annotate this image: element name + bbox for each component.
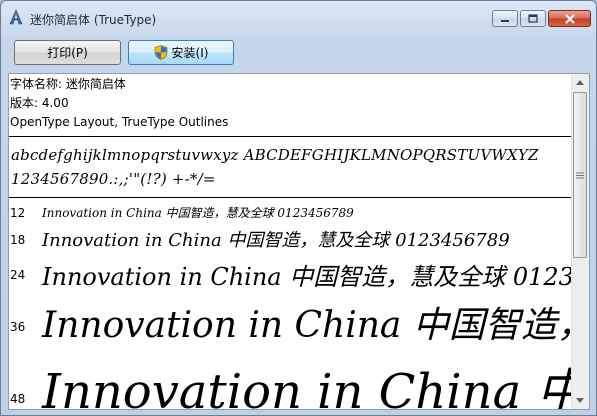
sample-row: 12 Innovation in China 中国智造，慧及全球 0123456… xyxy=(9,202,574,224)
minimize-icon xyxy=(501,19,509,22)
font-app-icon xyxy=(8,9,24,25)
size-label: 36 xyxy=(10,320,26,334)
install-button-label: 安装(I) xyxy=(171,46,209,60)
size-label: 18 xyxy=(10,233,26,247)
title-bar[interactable]: 迷你简启体 (TrueType) xyxy=(1,1,596,35)
print-button-label: 打印(P) xyxy=(47,46,88,60)
close-icon xyxy=(564,13,575,24)
grip-icon xyxy=(576,172,584,178)
scroll-down-button[interactable] xyxy=(572,392,588,409)
font-name-text: 字体名称: 迷你简启体 xyxy=(10,77,126,91)
divider xyxy=(9,197,574,198)
sample-text: Innovation in China 中国智造，慧及全球 0123456789 xyxy=(42,230,510,251)
font-viewer-window: 迷你简启体 (TrueType) 打印(P) 安装(I) 字体名称: 迷你简启体… xyxy=(0,0,597,416)
toolbar: 打印(P) 安装(I) xyxy=(8,35,590,71)
maximize-button[interactable] xyxy=(520,10,546,27)
maximize-icon xyxy=(528,14,538,23)
sample-text: Innovation in China 中国智造，慧及全球 0123456789 xyxy=(42,206,354,220)
sample-row: 48 Innovation in China 中国智造，慧及全球 0123456… xyxy=(9,352,574,410)
chevron-down-icon xyxy=(576,398,584,403)
sample-text: Innovation in China 中国智造，慧及全球 0123456789 xyxy=(42,263,574,291)
uac-shield-icon xyxy=(154,45,167,60)
font-preview-pane[interactable]: 字体名称: 迷你简启体 版本: 4.00 OpenType Layout, Tr… xyxy=(8,73,590,410)
sample-row: 36 Innovation in China 中国智造，慧及全球 0123456… xyxy=(9,294,574,352)
scrollbar-thumb[interactable] xyxy=(573,92,587,258)
window-title: 迷你简启体 (TrueType) xyxy=(30,13,157,27)
character-set-sample: abcdefghijklmnopqrstuvwxyz ABCDEFGHIJKLM… xyxy=(11,143,539,191)
print-button[interactable]: 打印(P) xyxy=(14,40,121,65)
chevron-up-icon xyxy=(576,80,584,85)
size-label: 48 xyxy=(10,392,26,406)
vertical-scrollbar[interactable] xyxy=(571,74,589,409)
minimize-button[interactable] xyxy=(492,10,518,27)
scroll-up-button[interactable] xyxy=(572,74,588,91)
close-button[interactable] xyxy=(548,10,591,27)
divider xyxy=(9,136,574,137)
charset-symbols: 1234567890.:,;'"(!?) +-*/= xyxy=(11,170,216,188)
font-type-text: OpenType Layout, TrueType Outlines xyxy=(10,115,229,129)
install-button[interactable]: 安装(I) xyxy=(128,40,234,65)
size-label: 12 xyxy=(10,206,26,220)
sample-row: 18 Innovation in China 中国智造，慧及全球 0123456… xyxy=(9,224,574,254)
sample-text: Innovation in China 中国智造，慧及全球 0123456789 xyxy=(42,305,574,346)
size-label: 24 xyxy=(10,268,26,282)
font-info: 字体名称: 迷你简启体 版本: 4.00 OpenType Layout, Tr… xyxy=(10,75,228,132)
charset-letters: abcdefghijklmnopqrstuvwxyz ABCDEFGHIJKLM… xyxy=(11,146,539,164)
sample-text: Innovation in China 中国智造，慧及全球 0123456789 xyxy=(42,364,574,410)
sample-row: 24 Innovation in China 中国智造，慧及全球 0123456… xyxy=(9,254,574,294)
font-version-text: 版本: 4.00 xyxy=(10,96,69,110)
